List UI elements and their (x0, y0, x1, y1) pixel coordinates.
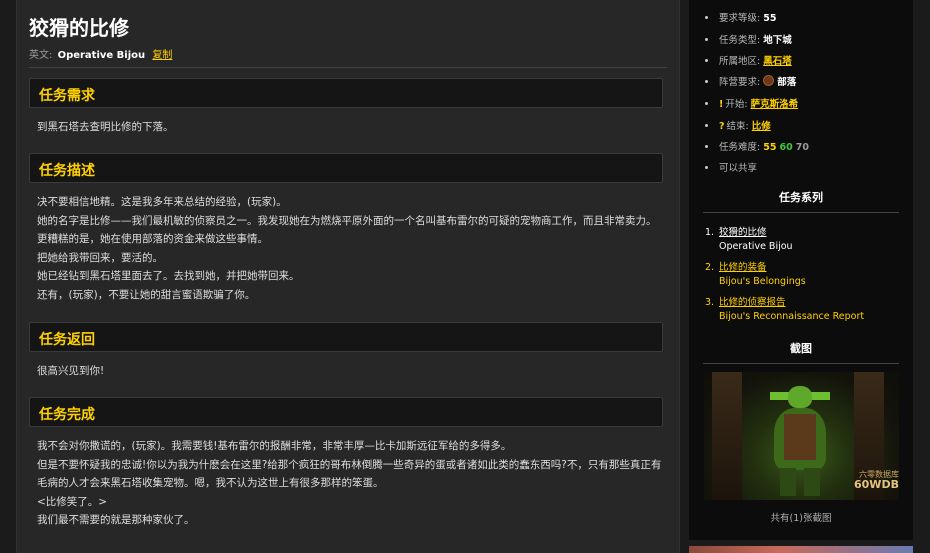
info-start: ! 开始: 萨克斯洛希 (705, 96, 798, 112)
text-line: 我不会对你撒谎的，(玩家)。我需要钱!基布雷尔的报酬非常，非常丰厚—比卡加斯远征… (37, 440, 512, 452)
info-level: 要求等级: 55 (705, 10, 776, 26)
quest-sidebar: 要求等级: 55 任务类型: 地下城 所属地区: 黑石塔 阵营要求: 部落 ! 开… (689, 0, 913, 540)
zone-link[interactable]: 黑石塔 (763, 56, 792, 67)
info-shareable: 可以共享 (705, 160, 757, 176)
screenshot-pillar (712, 372, 742, 500)
quest-english-name-row: 英文: Operative Bijou 复制 (29, 46, 172, 61)
series-heading: 任务系列 (779, 191, 823, 204)
end-npc-link[interactable]: 比修 (752, 121, 771, 132)
text-line: 到黑石塔去查明比修的下落。 (37, 121, 174, 133)
copy-link[interactable]: 复制 (152, 50, 172, 61)
sidebar-bottom-banner (689, 546, 913, 553)
section-title: 任务返回 (39, 332, 95, 348)
section-title: 任务需求 (39, 88, 95, 104)
text-line: 她已经钻到黑石塔里面去了。去找到她，并把她带回来。 (37, 270, 300, 283)
horde-icon (763, 75, 775, 86)
requirements-text: 到黑石塔去查明比修的下落。 (37, 118, 667, 137)
info-zone: 所属地区: 黑石塔 (705, 53, 792, 69)
progress-text: 很高兴见到你! (37, 362, 667, 381)
text-line: 决不要相信地精。这是我多年来总结的经验，(玩家)。 (37, 196, 287, 208)
quest-screenshot[interactable]: 六零数据库 60WDB (704, 372, 899, 500)
text-line: 很高兴见到你! (37, 365, 105, 377)
section-header-description: 任务描述 (29, 153, 663, 183)
english-name: Operative Bijou (57, 50, 146, 61)
exclamation-icon: ! (719, 99, 724, 110)
section-header-requirements: 任务需求 (29, 78, 663, 108)
screenshot-count: 共有(1)张截图 (770, 513, 832, 524)
text-line: 我们最不需要的就是那种家伙了。 (37, 514, 195, 527)
text-line: <比修笑了。> (37, 495, 108, 508)
quest-title: 狡猾的比修 (29, 16, 129, 40)
screenshot-goblin-leg (780, 468, 796, 496)
screenshot-goblin-head (788, 386, 812, 408)
info-type: 任务类型: 地下城 (705, 32, 792, 48)
section-title: 任务完成 (39, 407, 95, 423)
section-header-progress: 任务返回 (29, 322, 663, 352)
screenshots-heading: 截图 (790, 342, 812, 355)
title-divider (29, 67, 667, 68)
text-line: 毛病的人才会来黑石塔收集宠物。嗯，我不认为这世上有很多那样的笨蛋。 (37, 477, 384, 490)
question-mark-icon: ? (719, 121, 725, 132)
screenshot-goblin-vest (784, 414, 816, 460)
text-line: 还有，(玩家)，不要让她的甜言蜜语欺骗了你。 (37, 288, 256, 301)
screenshots-divider (703, 363, 899, 364)
series-divider (703, 212, 899, 213)
quest-main-panel: 狡猾的比修 英文: Operative Bijou 复制 任务需求 到黑石塔去查… (16, 0, 680, 553)
text-line: 她的名字是比修——我们最机敏的侦察员之一。我发现她在为燃烧平原外面的一个名叫基布… (37, 214, 657, 227)
info-difficulty: 任务难度: 55 60 70 (705, 139, 809, 155)
screenshot-goblin-leg (804, 468, 820, 496)
section-header-completion: 任务完成 (29, 397, 663, 427)
completion-text: 我不会对你撒谎的，(玩家)。我需要钱!基布雷尔的报酬非常，非常丰厚—比卡加斯远征… (37, 437, 667, 530)
screenshot-watermark: 六零数据库 60WDB (854, 470, 899, 491)
description-text: 决不要相信地精。这是我多年来总结的经验，(玩家)。 她的名字是比修——我们最机敏… (37, 193, 667, 305)
text-line: 更糟糕的是，她在使用部落的资金来做这些事情。 (37, 233, 268, 246)
info-faction: 阵营要求: 部落 (705, 74, 796, 90)
info-end: ? 结束: 比修 (705, 118, 771, 134)
section-title: 任务描述 (39, 163, 95, 179)
start-npc-link[interactable]: 萨克斯洛希 (751, 99, 799, 110)
text-line: 但是不要怀疑我的忠诚!你以为我为什麽会在这里?给那个疯狂的哥布林倒腾一些奇异的蛋… (37, 458, 662, 471)
english-prefix: 英文: (29, 50, 53, 61)
text-line: 把她给我带回来，要活的。 (37, 251, 163, 264)
